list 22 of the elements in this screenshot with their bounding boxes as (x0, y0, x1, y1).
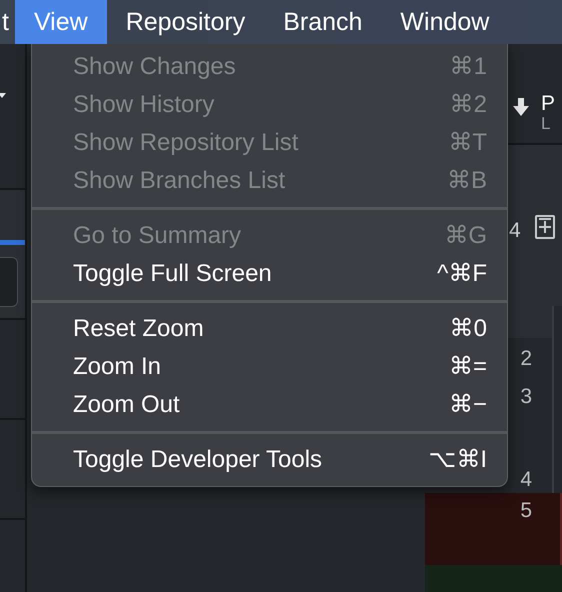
dropdown-caret-icon[interactable] (0, 92, 6, 100)
toolbar-title: P (541, 92, 556, 116)
shortcut-label: ⌘1 (450, 52, 487, 82)
down-arrow-icon[interactable] (513, 98, 529, 116)
line-number: 5 (425, 492, 562, 565)
add-file-icon[interactable] (534, 212, 555, 239)
shortcut-label: ⌘2 (450, 90, 487, 120)
shortcut-label: ⌘T (448, 128, 487, 158)
changes-count: 4 (509, 218, 521, 244)
menu-bar-item[interactable]: Window (381, 0, 508, 44)
toolbar-subtitle: L (541, 115, 552, 134)
shortcut-label: ⌘B (446, 166, 487, 196)
shortcut-label: ^⌘F (437, 259, 487, 289)
shortcut-label: ⌘G (444, 221, 487, 251)
menu-bar-item[interactable]: t (0, 0, 15, 44)
menu-bar-item[interactable]: Repository (106, 0, 264, 44)
shortcut-label: ⌥⌘I (428, 445, 487, 475)
menu-item[interactable]: Toggle Full Screen ^⌘F (32, 255, 507, 293)
menu-bar-item[interactable]: Branch (264, 0, 382, 44)
filter-field[interactable] (0, 257, 18, 307)
menu-bar-item[interactable]: View (14, 0, 107, 44)
shortcut-label: ⌘− (448, 390, 487, 420)
